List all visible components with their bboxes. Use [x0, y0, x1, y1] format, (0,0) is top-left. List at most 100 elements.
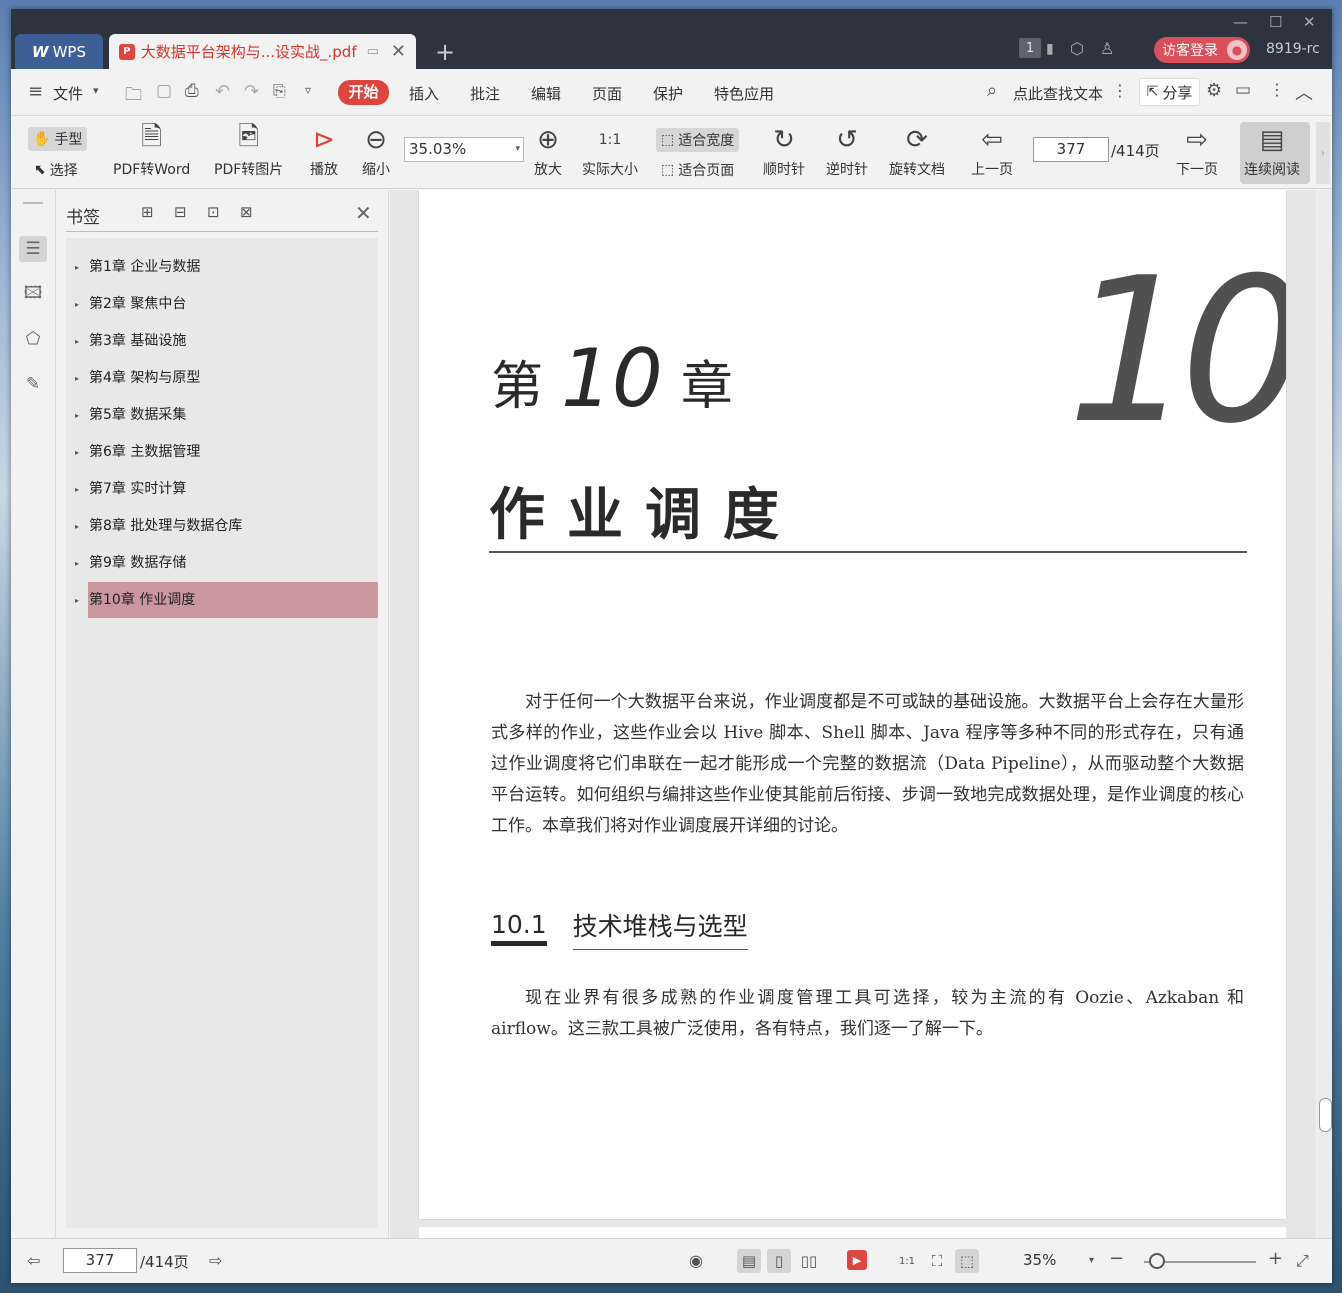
tab-insert[interactable]: 插入: [409, 83, 439, 104]
zoom-select[interactable]: 35.03% ▾: [404, 137, 524, 162]
scrollbar-thumb[interactable]: [1319, 1098, 1332, 1132]
fit-page-button[interactable]: ⬚ 适合页面: [661, 160, 734, 180]
share-button[interactable]: ⇱ 分享: [1139, 78, 1200, 106]
more-dropdown-icon[interactable]: ▿: [305, 83, 311, 97]
close-tab-icon[interactable]: ✕: [391, 41, 406, 62]
zoom-dropdown-icon[interactable]: ▾: [1089, 1255, 1094, 1266]
skin-icon[interactable]: ⬡: [1070, 39, 1084, 58]
pdf-to-word-button[interactable]: 🗎 PDF转Word: [113, 122, 190, 179]
play-slideshow-icon[interactable]: ▶: [847, 1250, 867, 1270]
print-icon[interactable]: ⎙: [185, 81, 199, 101]
zoom-in-button[interactable]: ⊕ 放大: [534, 123, 562, 179]
eye-protection-icon[interactable]: ◉: [689, 1251, 703, 1270]
previous-page-button[interactable]: ⇦ 上一页: [971, 123, 1013, 179]
zoom-slider-knob[interactable]: [1149, 1253, 1165, 1269]
tab-protect[interactable]: 保护: [653, 83, 683, 104]
new-tab-button[interactable]: +: [435, 38, 455, 66]
export-icon[interactable]: ⎘: [273, 81, 286, 101]
signature-panel-icon[interactable]: ✎: [19, 371, 47, 397]
chevron-down-icon[interactable]: ▾: [93, 84, 99, 97]
bookmark-item[interactable]: ▸ 第6章 主数据管理: [66, 434, 378, 470]
expand-triangle-icon[interactable]: ▸: [66, 411, 88, 420]
page-number-input[interactable]: 377: [1033, 137, 1109, 162]
fit-width-status-icon[interactable]: ⬚: [955, 1249, 979, 1273]
more-options-icon[interactable]: ⋮: [1269, 80, 1285, 99]
rotate-document-button[interactable]: ⟳ 旋转文档: [889, 123, 945, 179]
actual-size-button[interactable]: 1:1 实际大小: [582, 123, 638, 179]
prev-page-arrow-icon[interactable]: ⇦: [27, 1251, 40, 1270]
actual-size-status-icon[interactable]: 1:1: [895, 1249, 919, 1273]
zoom-minus-icon[interactable]: −: [1109, 1248, 1124, 1269]
zoom-plus-icon[interactable]: +: [1268, 1248, 1283, 1269]
search-text-button[interactable]: 点此查找文本: [1013, 83, 1103, 104]
bookmark-item-selected[interactable]: ▸ 第10章 作业调度: [66, 582, 378, 618]
hand-tool-button[interactable]: ✋ 手型: [28, 127, 88, 151]
bookmark-item[interactable]: ▸ 第7章 实时计算: [66, 471, 378, 507]
minimize-button[interactable]: —: [1233, 13, 1248, 31]
bookmark-item[interactable]: ▸ 第8章 批处理与数据仓库: [66, 508, 378, 544]
expand-triangle-icon[interactable]: ▸: [66, 596, 88, 605]
maximize-button[interactable]: ☐: [1269, 13, 1282, 31]
two-page-view-icon[interactable]: ▯▯: [797, 1249, 821, 1273]
ribbon-scroll-right-icon[interactable]: ›: [1316, 122, 1330, 184]
collapse-ribbon-icon[interactable]: ︿: [1295, 79, 1313, 105]
pdf-to-image-button[interactable]: 🖻 PDF转图片: [214, 122, 283, 179]
tab-annotate[interactable]: 批注: [470, 83, 500, 104]
expand-triangle-icon[interactable]: ▸: [66, 263, 88, 272]
expand-triangle-icon[interactable]: ▸: [66, 522, 88, 531]
bookmark-settings-icon[interactable]: ⊠: [240, 203, 253, 221]
redo-icon[interactable]: ↷: [244, 81, 259, 102]
expand-triangle-icon[interactable]: ▸: [66, 300, 88, 309]
status-page-input[interactable]: 377: [63, 1248, 137, 1273]
guest-login-button[interactable]: 访客登录 ●: [1154, 37, 1250, 63]
add-bookmark-icon[interactable]: ⊡: [207, 203, 220, 221]
fullscreen-icon[interactable]: ⤢: [1296, 1251, 1309, 1271]
settings-gear-icon[interactable]: ⚙: [1206, 80, 1222, 101]
play-button[interactable]: ⊳ 播放: [310, 123, 338, 179]
undo-icon[interactable]: ↶: [215, 81, 230, 102]
next-page-arrow-icon[interactable]: ⇨: [209, 1251, 222, 1270]
more-vertical-icon[interactable]: ⋮: [1112, 81, 1128, 100]
document-tab[interactable]: P 大数据平台架构与...设实战_.pdf ▭ ✕: [109, 34, 416, 69]
tab-special[interactable]: 特色应用: [714, 83, 774, 104]
rotate-counterclockwise-button[interactable]: ↺ 逆时针: [826, 123, 868, 179]
select-tool-button[interactable]: ⬉ 选择: [34, 160, 78, 180]
save-icon[interactable]: ▢: [156, 81, 172, 101]
wps-home-tab[interactable]: W WPS: [15, 34, 103, 69]
collapse-bookmark-icon[interactable]: ⊟: [174, 203, 187, 221]
zoom-out-button[interactable]: ⊖ 缩小: [362, 123, 390, 179]
bookmark-panel-icon[interactable]: ☰: [19, 236, 47, 262]
bookmark-item[interactable]: ▸ 第2章 聚焦中台: [66, 286, 378, 322]
pin-window-icon[interactable]: ▭: [367, 44, 379, 59]
file-menu[interactable]: 文件: [53, 83, 83, 104]
bookmark-item[interactable]: ▸ 第4章 架构与原型: [66, 360, 378, 396]
expand-triangle-icon[interactable]: ▸: [66, 374, 88, 383]
status-zoom-value[interactable]: 35%: [1023, 1251, 1056, 1269]
shirt-icon[interactable]: ♙: [1100, 39, 1114, 58]
close-window-button[interactable]: ✕: [1303, 13, 1316, 31]
fit-width-button[interactable]: ⬚ 适合宽度: [656, 128, 740, 152]
vertical-scrollbar[interactable]: [1317, 190, 1332, 1238]
layout-icon[interactable]: ▮: [1046, 41, 1054, 57]
tab-page[interactable]: 页面: [592, 83, 622, 104]
continuous-reading-button[interactable]: ▤ 连续阅读: [1240, 122, 1310, 184]
open-folder-icon[interactable]: 🗀: [125, 82, 142, 111]
bookmark-item[interactable]: ▸ 第9章 数据存储: [66, 545, 378, 581]
expand-triangle-icon[interactable]: ▸: [66, 337, 88, 346]
bookmark-item[interactable]: ▸ 第5章 数据采集: [66, 397, 378, 433]
document-view[interactable]: 10 第 10 章 作业调度 对于任何一个大数据平台来说，作业调度都是不可或缺的…: [390, 190, 1316, 1238]
bookmark-item[interactable]: ▸ 第1章 企业与数据: [66, 249, 378, 285]
next-page-button[interactable]: ⇨ 下一页: [1176, 123, 1218, 179]
expand-triangle-icon[interactable]: ▸: [66, 448, 88, 457]
bookmark-item[interactable]: ▸ 第3章 基础设施: [66, 323, 378, 359]
thumbnail-panel-icon[interactable]: 🖾: [19, 281, 47, 307]
tab-start[interactable]: 开始: [338, 80, 389, 105]
expand-triangle-icon[interactable]: ▸: [66, 485, 88, 494]
fit-page-status-icon[interactable]: ⛶: [925, 1249, 949, 1273]
expand-triangle-icon[interactable]: ▸: [66, 559, 88, 568]
annotation-panel-icon[interactable]: ⬠: [19, 326, 47, 352]
hamburger-menu-icon[interactable]: ≡: [28, 81, 43, 102]
single-page-view-icon[interactable]: ▯: [767, 1249, 791, 1273]
window-count-badge[interactable]: 1: [1019, 38, 1041, 58]
comment-icon[interactable]: ▭: [1235, 80, 1251, 100]
